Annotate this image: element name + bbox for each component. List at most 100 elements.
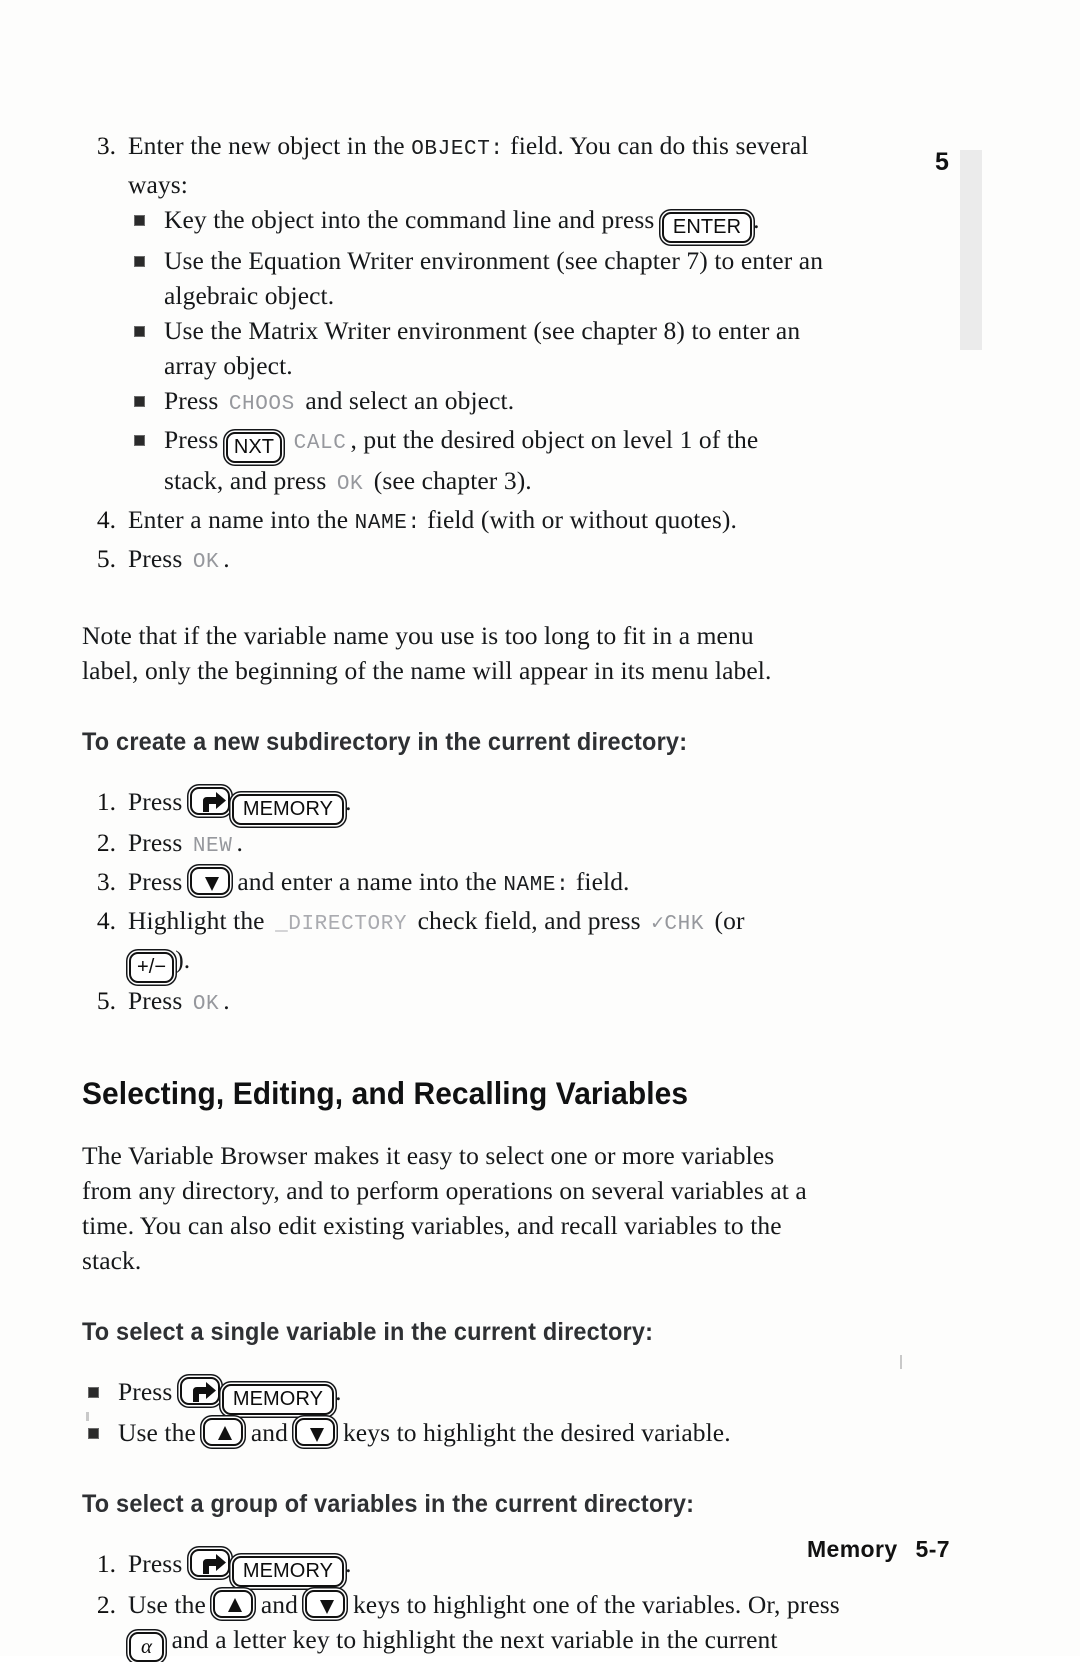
down-arrow-key[interactable] (189, 867, 230, 895)
sd-2-before: Press (128, 867, 183, 896)
step-number: 4. (96, 505, 116, 534)
sd-4-after: . (223, 986, 230, 1015)
list-item: 1. Press MEMORY. (82, 784, 882, 825)
directory-check-field-label: _DIRECTORY (275, 913, 408, 936)
list-item: 2. Use the and keys to highlight one of … (82, 1587, 882, 1662)
footer-page-number: 5-7 (915, 1536, 950, 1562)
up-arrow-key[interactable] (213, 1590, 254, 1618)
chapter-tab-number: 5 (935, 148, 949, 176)
select-group-heading: To select a group of variables in the cu… (82, 1490, 695, 1518)
select-single-bullets: Press MEMORY. Use the and keys to highli… (82, 1374, 882, 1450)
step-number: 3. (96, 867, 116, 896)
create-object-steps: 3. Enter the new object in the OBJECT: f… (82, 128, 882, 580)
sd-0-after: . (345, 787, 352, 816)
intro-line-3: stack. (82, 1246, 142, 1275)
step-number: 5. (96, 544, 116, 573)
down-arrow-key[interactable] (305, 1590, 346, 1618)
sd-3-line2-after: ). (175, 945, 191, 974)
memory-key[interactable]: MEMORY (231, 794, 345, 825)
step5-after: . (223, 544, 230, 573)
bullet-text: Press CHOOS and select an object. (164, 383, 882, 422)
up-arrow-icon (215, 1592, 251, 1616)
ss-1-after: keys to highlight the desired variable. (342, 1418, 731, 1447)
square-bullet-icon (134, 435, 145, 446)
sd-2-after: field. (575, 867, 630, 896)
list-item: Press CHOOS and select an object. (128, 383, 882, 422)
bullet-4-line2-after: (see chapter 3). (373, 466, 532, 495)
step-text: Highlight the _DIRECTORY check field, an… (128, 903, 882, 983)
memory-key[interactable]: MEMORY (221, 1384, 335, 1415)
right-shift-arrow-icon (192, 789, 228, 813)
list-item: Press MEMORY. (82, 1374, 882, 1415)
square-bullet-icon (88, 1428, 99, 1439)
down-arrow-key[interactable] (295, 1418, 336, 1446)
bullet-0-before: Key the object into the command line and… (164, 205, 655, 234)
list-item: 4. Enter a name into the NAME: field (wi… (82, 502, 882, 541)
scan-speckle (900, 1355, 902, 1369)
sd-2-mid: and enter a name into the (237, 867, 497, 896)
nxt-key-label: NXT (233, 436, 275, 458)
intro-line-1: from any directory, and to perform opera… (82, 1176, 807, 1205)
note-line2: label, only the beginning of the name wi… (82, 656, 772, 685)
bullet-2-line2: array object. (164, 351, 293, 380)
select-group-steps: 1. Press MEMORY. 2. Use the and keys to … (82, 1546, 882, 1662)
sg-1-mid: and (260, 1590, 298, 1619)
sd-3-mid: check field, and press (417, 906, 641, 935)
alpha-key-label: α (141, 1634, 153, 1658)
step-text: Use the and keys to highlight one of the… (128, 1587, 882, 1662)
memory-key-label: MEMORY (242, 1560, 334, 1582)
sd-3-after: (or (714, 906, 745, 935)
step3-text-before: Enter the new object in the (128, 131, 405, 160)
bullet-text: Use the Equation Writer environment (see… (164, 243, 882, 313)
up-arrow-key[interactable] (203, 1418, 244, 1446)
list-item: Use the and keys to highlight the desire… (82, 1415, 882, 1450)
object-entry-methods: Key the object into the command line and… (128, 202, 882, 502)
ok-softkey[interactable]: OK (333, 473, 367, 496)
subdirectory-steps: 1. Press MEMORY. 2. Press NEW . 3. Press… (82, 784, 882, 1022)
bullet-2-before: Use the Matrix Writer environment (see c… (164, 316, 801, 345)
step-number: 1. (96, 787, 116, 816)
list-item: 5. Press OK. (82, 983, 882, 1022)
sd-1-before: Press (128, 828, 183, 857)
intro-line-0: The Variable Browser makes it easy to se… (82, 1141, 775, 1170)
list-item: Use the Matrix Writer environment (see c… (128, 313, 882, 383)
bullet-text: Use the and keys to highlight the desire… (118, 1415, 882, 1450)
list-item: Use the Equation Writer environment (see… (128, 243, 882, 313)
chk-softkey[interactable]: ✓CHK (647, 913, 708, 936)
choos-softkey[interactable]: CHOOS (225, 393, 299, 416)
step5-before: Press (128, 544, 183, 573)
new-softkey[interactable]: NEW (189, 835, 237, 858)
step3-text-after: field. You can do this several (510, 131, 809, 160)
note-paragraph: Note that if the variable name you use i… (82, 618, 882, 688)
sg-1-after: keys to highlight one of the variables. … (352, 1590, 840, 1619)
bullet-4-after: , put the desired object on level 1 of t… (350, 425, 759, 454)
ok-softkey[interactable]: OK (189, 993, 223, 1016)
name-field-label: NAME: (503, 874, 570, 897)
enter-key[interactable]: ENTER (661, 212, 753, 243)
ss-0-before: Press (118, 1377, 173, 1406)
bullet-0-after: . (753, 205, 760, 234)
object-field-label: OBJECT: (411, 138, 504, 161)
step-number: 5. (96, 986, 116, 1015)
bullet-text: Use the Matrix Writer environment (see c… (164, 313, 882, 383)
step4-before: Enter a name into the (128, 505, 349, 534)
calc-softkey[interactable]: CALC (290, 432, 351, 455)
bullet-4-line2-before: stack, and press (164, 466, 327, 495)
right-shift-key[interactable] (179, 1377, 220, 1405)
bullet-1-line2: algebraic object. (164, 281, 335, 310)
nxt-key[interactable]: NXT (225, 432, 283, 463)
ss-1-before: Use the (118, 1418, 196, 1447)
step-number: 3. (96, 131, 116, 160)
list-item: Press NXT CALC, put the desired object o… (128, 422, 882, 502)
sg-1-before: Use the (128, 1590, 206, 1619)
list-item: Key the object into the command line and… (128, 202, 882, 243)
plus-minus-key[interactable]: +/− (129, 952, 175, 983)
right-shift-key[interactable] (189, 787, 230, 815)
list-item: 4. Highlight the _DIRECTORY check field,… (82, 903, 882, 983)
ok-softkey[interactable]: OK (189, 551, 223, 574)
list-item: 5. Press OK. (82, 541, 882, 580)
bullet-text: Press NXT CALC, put the desired object o… (164, 422, 882, 502)
square-bullet-icon (134, 256, 145, 267)
section-intro: The Variable Browser makes it easy to se… (82, 1138, 882, 1278)
alpha-key[interactable]: α (129, 1632, 165, 1662)
